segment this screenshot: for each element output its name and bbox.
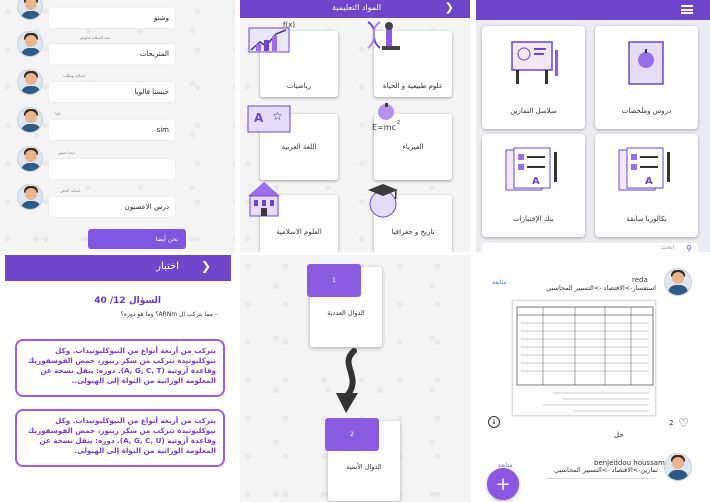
subject-label: رياضيات — [286, 82, 312, 91]
avatar[interactable] — [664, 453, 692, 481]
message-author: عبد السلام شاوش — [79, 35, 110, 40]
message-text: جيسنا فالويا — [134, 88, 169, 96]
easel-icon — [511, 41, 558, 84]
back-icon[interactable]: ❯ — [201, 259, 211, 273]
message-author: لمنانة الحلي — [59, 188, 80, 193]
subject-label: تاريخ و جغرافيا — [391, 228, 435, 237]
math-graph-icon: f(x) — [248, 21, 295, 53]
subjects-header: ❯ المواد التعليمية — [240, 0, 470, 18]
answer-text: يتركب من أربعة أنواع من النيوكليوتيدات. … — [27, 416, 216, 455]
heart-icon[interactable]: ♡ — [678, 416, 689, 430]
send-button[interactable]: نحن أيضا — [88, 229, 186, 249]
quiz-header: اختبار ❯ — [5, 255, 231, 281]
svg-text:2: 2 — [397, 120, 400, 126]
home-panel: سلاسل التمارين دروس وملخصات A بنك الإختب… — [476, 0, 710, 252]
search-placeholder: ابحث — [660, 244, 674, 251]
solution-label[interactable]: حل — [614, 431, 624, 439]
chat-message: المتربحات — [49, 44, 175, 64]
download-icon[interactable]: ↓ — [488, 416, 500, 428]
subject-label: علوم طبيعية و الحياة — [382, 82, 444, 91]
chat-message: وشنو — [49, 8, 175, 28]
mosque-building-icon — [248, 182, 280, 217]
svg-text:A: A — [254, 111, 264, 125]
quiz-panel: اختبار ❯ السؤال 12/ 40 - مما يتركب ال AR… — [5, 255, 231, 502]
question-text: - مما يتركب ال ARNm؟ وما هو دوره؟ — [120, 311, 217, 318]
unit-number: 1 — [307, 264, 361, 297]
home-card-exam-bank[interactable]: A بنك الإختبارات — [482, 134, 585, 237]
dna-microscope-icon — [367, 21, 400, 50]
path-arrow-icon — [336, 348, 358, 413]
avatar[interactable] — [17, 0, 43, 20]
unit-card[interactable]: 2 الدوال الأسية — [325, 418, 400, 501]
hamburger-icon[interactable] — [681, 5, 693, 14]
answer-option[interactable]: يتركب من أربعة أنواع من النيوكليوتيدات. … — [15, 409, 225, 467]
unit-card[interactable]: 1 الدوال العددية — [307, 264, 382, 347]
page-title: المواد التعليمية — [332, 3, 382, 12]
follow-link[interactable]: متابعة — [492, 279, 507, 286]
document-table-icon — [516, 306, 654, 412]
like-count: 2 — [669, 419, 674, 427]
chat-message: درس الاعصبون — [49, 197, 175, 217]
home-header — [476, 0, 710, 20]
avatar[interactable] — [664, 268, 692, 296]
unit-title: الدوال الأسية — [346, 463, 382, 471]
home-card-exercises[interactable]: سلاسل التمارين — [482, 26, 585, 129]
message-text: وشنو — [154, 14, 169, 22]
avatar[interactable] — [17, 146, 43, 172]
svg-text:E=mc: E=mc — [372, 123, 396, 132]
graduation-globe-icon — [368, 184, 398, 218]
avatar[interactable] — [17, 69, 43, 95]
answer-text: يتركب من أربعة أنواع من النيوكليوتيدات. … — [27, 346, 216, 385]
card-label: بكالوريا سابقة — [626, 215, 667, 223]
avatar[interactable] — [17, 184, 43, 210]
arabic-letters-icon: A ☆ — [247, 105, 291, 133]
message-text: درس الاعصبون — [124, 203, 169, 211]
home-card-lessons[interactable]: دروس وملخصات — [595, 26, 698, 129]
exam-sheets-icon: A — [505, 147, 557, 191]
svg-text:A: A — [645, 176, 653, 187]
message-author: اينا — [55, 111, 60, 116]
subject-label: العلوم الاسلامية — [276, 228, 322, 237]
physics-formula-icon: E=mc 2 — [372, 103, 400, 132]
back-icon[interactable]: ❯ — [445, 1, 454, 14]
message-author: اسلام بوطلب — [62, 73, 85, 78]
chat-message: جيسنا فالويا — [49, 82, 175, 102]
units-panel: 1 الدوال العددية 2 الدوال الأسية — [240, 255, 470, 502]
exam-sheets-icon: A — [618, 147, 670, 191]
post-category: استفسار->الاقتصاد ->التسيير المحاسبي — [546, 284, 656, 292]
home-card-past-bac[interactable]: A بكالوريا سابقة — [595, 134, 698, 237]
chat-message — [49, 159, 175, 179]
svg-text:f(x): f(x) — [283, 21, 295, 29]
chat-panel: وشنو عبد السلام شاوش المتربحات اسلام بوط… — [0, 0, 235, 252]
question-counter: السؤال 12/ 40 — [94, 296, 161, 306]
post-image[interactable] — [512, 300, 656, 416]
page-title: اختبار — [156, 261, 179, 272]
answer-option[interactable]: يتركب من أربعة أنواع من النيوكليوتيدات. … — [15, 339, 225, 397]
avatar[interactable] — [17, 31, 43, 57]
subject-label: الفيزياء — [402, 143, 424, 152]
svg-text:A: A — [532, 176, 540, 187]
avatar[interactable] — [17, 107, 43, 133]
feed-panel: reda استفسار->الاقتصاد ->التسيير المحاسب… — [476, 252, 710, 502]
search-bar[interactable]: ⚲ ابحث — [482, 243, 698, 252]
subject-label: اللغة العربية — [281, 143, 317, 152]
post-user: reda — [632, 276, 648, 284]
subjects-panel: ❯ المواد التعليمية رياضيات f(x) علوم طبي… — [240, 0, 470, 252]
message-text: sim — [156, 126, 169, 134]
card-label: دروس وملخصات — [621, 107, 672, 115]
chat-message: sim — [49, 120, 175, 140]
message-text: المتربحات — [139, 50, 169, 58]
post-category: تمارين->الاقتصاد ->التسيير المحاسبي — [554, 466, 658, 474]
search-icon: ⚲ — [686, 244, 692, 252]
post-image[interactable] — [546, 478, 656, 502]
unit-number: 2 — [325, 418, 379, 451]
unit-title: الدوال العددية — [327, 309, 365, 317]
card-label: بنك الإختبارات — [513, 215, 554, 223]
svg-text:☆: ☆ — [272, 109, 283, 123]
message-author: ديجا جيس — [58, 150, 75, 155]
add-post-button[interactable]: + — [487, 468, 519, 500]
card-label: سلاسل التمارين — [510, 107, 557, 115]
book-apple-icon — [628, 41, 664, 85]
